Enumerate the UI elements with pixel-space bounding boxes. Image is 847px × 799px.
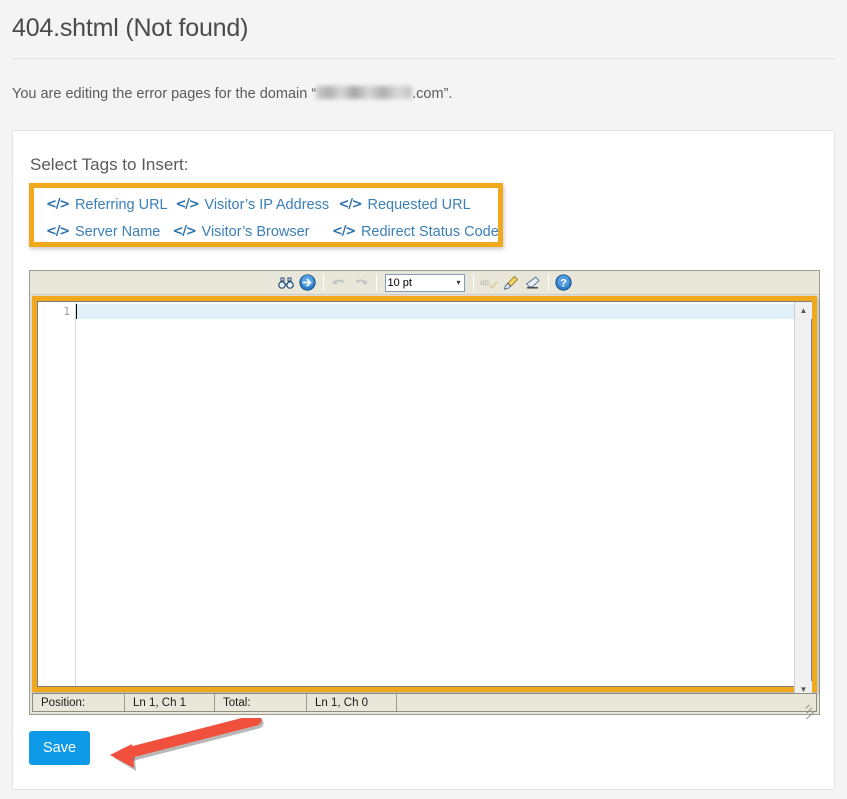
current-line-highlight [76, 304, 811, 319]
vertical-scrollbar[interactable]: ▲ ▼ [794, 302, 812, 698]
chevron-down-icon: ▾ [456, 277, 461, 287]
help-icon[interactable]: ? [553, 273, 575, 293]
svg-text:ab: ab [480, 278, 489, 287]
editor-text-region[interactable]: 1 ▲ ▼ [37, 301, 812, 698]
status-position-value: Ln 1, Ch 1 [125, 694, 215, 711]
code-icon: </> [332, 224, 356, 239]
tag-link-redirect-status-code[interactable]: </> Redirect Status Code [332, 224, 499, 240]
tag-label: Redirect Status Code [360, 223, 499, 240]
scroll-up-icon[interactable]: ▲ [795, 302, 812, 319]
editor-status-bar: Position: Ln 1, Ch 1 Total: Ln 1, Ch 0 [32, 693, 817, 720]
code-icon: </> [46, 197, 70, 212]
editor-card: Select Tags to Insert: </> Referring URL… [12, 130, 835, 790]
code-icon: </> [175, 197, 199, 212]
line-number-gutter: 1 [38, 302, 76, 686]
font-size-value: 10 pt [387, 276, 412, 289]
status-total-value: Ln 1, Ch 0 [307, 694, 397, 711]
toolbar-separator [547, 274, 549, 291]
editor-body: 1 ▲ ▼ [30, 296, 819, 698]
tag-row: </> Server Name </> Visitor’s Browser </… [40, 218, 499, 245]
tag-link-server-name[interactable]: </> Server Name [40, 224, 173, 240]
intro-prefix: You are editing the error pages for the … [12, 86, 317, 102]
tag-link-visitors-browser[interactable]: </> Visitor’s Browser [173, 224, 332, 240]
status-position-label: Position: [33, 694, 125, 711]
tag-label: Visitor’s Browser [201, 223, 310, 240]
binoculars-icon[interactable] [275, 273, 297, 293]
resize-grip-icon[interactable] [802, 698, 816, 720]
tag-grid: </> Referring URL </> Visitor’s IP Addre… [34, 188, 499, 245]
goto-arrow-icon[interactable] [297, 273, 319, 293]
tag-label: Server Name [74, 223, 161, 240]
code-textarea[interactable] [76, 302, 811, 686]
save-button[interactable]: Save [29, 731, 90, 765]
tag-label: Requested URL [367, 196, 471, 213]
intro-text: You are editing the error pages for the … [12, 84, 452, 104]
section-label: Select Tags to Insert: [30, 155, 189, 174]
toolbar-separator [472, 274, 474, 291]
svg-text:?: ? [560, 277, 567, 289]
toolbar-separator [322, 274, 324, 291]
redacted-domain [316, 86, 413, 99]
title-divider [12, 58, 835, 59]
tag-link-visitors-ip-address[interactable]: </> Visitor’s IP Address [175, 197, 338, 213]
line-number: 1 [63, 305, 70, 318]
status-filler [397, 694, 816, 720]
tag-picker-panel: </> Referring URL </> Visitor’s IP Addre… [29, 183, 503, 247]
spellcheck-icon[interactable]: ab [478, 273, 500, 293]
tag-link-requested-url[interactable]: </> Requested URL [339, 197, 492, 213]
redo-icon[interactable] [350, 273, 372, 293]
font-size-select[interactable]: 10 pt ▾ [384, 273, 465, 292]
code-icon: </> [46, 224, 70, 239]
tag-row: </> Referring URL </> Visitor’s IP Addre… [40, 191, 492, 218]
tag-label: Referring URL [74, 196, 168, 213]
paintbrush-icon[interactable] [500, 273, 522, 293]
code-icon: </> [338, 197, 363, 212]
page-root: 404.shtml (Not found) You are editing th… [0, 0, 847, 799]
undo-icon[interactable] [328, 273, 350, 293]
eraser-icon[interactable] [522, 273, 544, 293]
tag-link-referring-url[interactable]: </> Referring URL [40, 197, 175, 213]
toolbar-separator [375, 274, 377, 291]
tag-label: Visitor’s IP Address [204, 196, 330, 213]
intro-suffix: .com”. [412, 86, 453, 102]
editor-toolbar: 10 pt ▾ ab ? [30, 271, 819, 295]
editor-highlight-frame: 1 ▲ ▼ [32, 296, 817, 698]
page-title: 404.shtml (Not found) [12, 14, 249, 42]
code-icon: </> [172, 224, 197, 239]
code-editor: 10 pt ▾ ab ? 1 ▲ ▼ Position: Ln 1, Ch 1 … [29, 270, 820, 720]
text-caret [76, 304, 77, 319]
status-total-label: Total: [215, 694, 307, 711]
